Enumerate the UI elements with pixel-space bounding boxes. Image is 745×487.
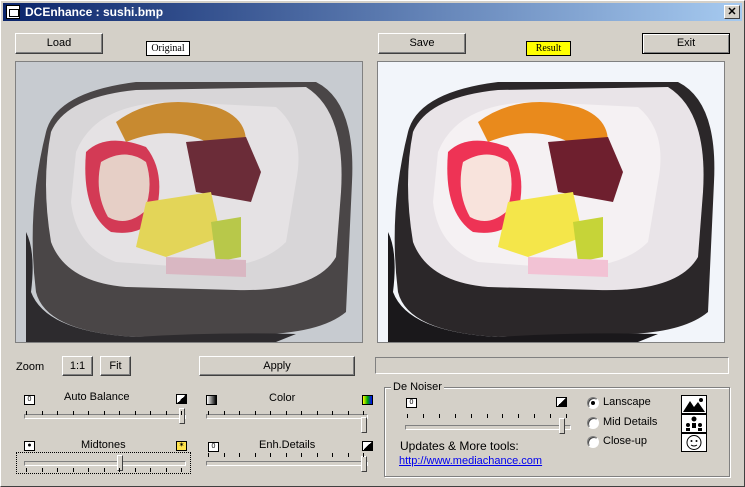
- landscape-icon: [681, 395, 707, 414]
- close-button[interactable]: ✕: [724, 5, 740, 19]
- grayscale-icon: [206, 395, 217, 405]
- enh-details-ticks: [208, 453, 364, 457]
- people-icon: [681, 414, 707, 433]
- contrast-icon: [176, 394, 187, 404]
- mediachance-link[interactable]: http://www.mediachance.com: [399, 455, 542, 467]
- result-sushi-image: [378, 62, 724, 342]
- radio-mid-details-label[interactable]: Mid Details: [603, 416, 657, 428]
- zoom-1to1-button[interactable]: 1:1: [62, 356, 93, 376]
- save-button[interactable]: Save: [378, 33, 466, 54]
- app-icon: [6, 5, 20, 19]
- zoom-label: Zoom: [16, 361, 45, 373]
- title-bar[interactable]: DCEnhance : sushi.bmp ✕: [3, 3, 742, 21]
- zero-icon: 0: [208, 442, 219, 452]
- midtones-ticks: [26, 468, 182, 472]
- radio-close-up[interactable]: [587, 436, 599, 448]
- result-image[interactable]: [377, 61, 725, 343]
- denoiser-track[interactable]: [405, 425, 571, 430]
- original-sushi-image: [16, 62, 362, 342]
- result-label: Result: [526, 41, 571, 56]
- midtones-label: Midtones: [81, 439, 126, 451]
- radio-landscape-label[interactable]: Lanscape: [603, 396, 651, 408]
- auto-balance-ticks: [26, 411, 182, 415]
- enh-details-track[interactable]: [206, 461, 368, 466]
- radio-close-up-label[interactable]: Close-up: [603, 435, 647, 447]
- denoiser-ticks: [407, 414, 567, 418]
- window-title: DCEnhance : sushi.bmp: [25, 5, 164, 19]
- midtones-track[interactable]: [24, 461, 186, 466]
- enh-details-thumb[interactable]: [361, 456, 367, 472]
- contrast-icon: [362, 441, 373, 451]
- updates-text: Updates & More tools:: [400, 439, 519, 453]
- app-window: DCEnhance : sushi.bmp ✕ Load Original Sa…: [0, 0, 745, 487]
- sparkle-icon: ✶: [176, 441, 187, 451]
- load-button[interactable]: Load: [15, 33, 103, 54]
- exit-button[interactable]: Exit: [642, 33, 730, 54]
- radio-mid-details[interactable]: [587, 417, 599, 429]
- progress-bar: [375, 357, 729, 374]
- contrast-icon: [556, 397, 567, 407]
- denoiser-group-title: De Noiser: [391, 381, 444, 393]
- face-icon: [681, 433, 707, 452]
- apply-button[interactable]: Apply: [199, 356, 355, 376]
- zero-icon: 0: [24, 395, 35, 405]
- color-label: Color: [269, 392, 296, 404]
- color-thumb[interactable]: [361, 417, 367, 433]
- enh-details-label: Enh.Details: [259, 439, 316, 451]
- denoiser-thumb[interactable]: [559, 418, 565, 434]
- color-gradient-icon: [362, 395, 373, 405]
- original-label: Original: [146, 41, 190, 56]
- auto-balance-label: Auto Balance: [64, 391, 130, 403]
- radio-landscape[interactable]: [587, 397, 599, 409]
- zoom-fit-button[interactable]: Fit: [100, 356, 131, 376]
- color-ticks: [208, 411, 364, 415]
- dark-point-icon: ●: [24, 441, 35, 451]
- zero-icon: 0: [406, 398, 417, 408]
- original-image[interactable]: [15, 61, 363, 343]
